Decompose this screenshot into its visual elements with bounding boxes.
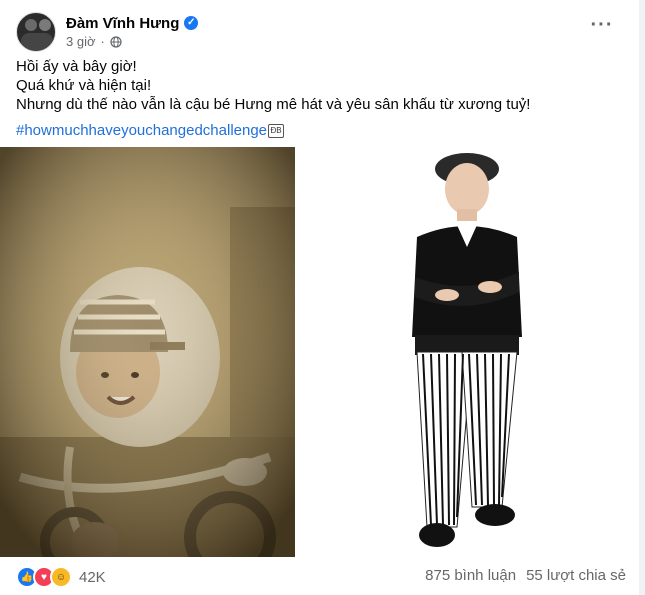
comment-count[interactable]: 875 bình luận [425,567,516,584]
photo-adult-portrait[interactable] [297,147,639,557]
author-name[interactable]: Đàm Vĩnh Hưng [66,15,179,32]
author-row: Đàm Vĩnh Hưng ✓ [66,13,199,33]
photo-grid [0,147,639,557]
post-header: Đàm Vĩnh Hưng ✓ 3 giờ · ··· [16,12,626,52]
reaction-count[interactable]: 42K [79,569,106,586]
more-options-icon[interactable]: ··· [588,14,616,42]
reactions-summary[interactable]: 👍 ♥ ☺ 42K [16,566,106,588]
share-count[interactable]: 55 lượt chia sẻ [526,567,626,584]
author-avatar[interactable] [16,12,56,52]
post-card: Đàm Vĩnh Hưng ✓ 3 giờ · ··· Hồi ấy và bâ… [0,0,640,595]
meta-separator: · [100,34,105,49]
engagement-stats: 875 bình luận 55 lượt chia sẻ [425,567,626,584]
post-footer: 👍 ♥ ☺ 42K 875 bình luận 55 lượt chia sẻ [16,564,626,588]
post-meta: 3 giờ · [66,34,122,49]
post-time[interactable]: 3 giờ [66,34,96,49]
vintage-photo-illustration [0,147,295,557]
verified-badge-icon: ✓ [184,16,199,30]
photo-child-bicycle[interactable] [0,147,295,557]
scrollbar[interactable] [639,0,645,595]
globe-icon[interactable] [110,35,122,48]
post-text: Hồi ấy và bây giờ! Quá khứ và hiện tại! … [16,57,626,140]
flag-tag-icon: ĐB [268,124,285,139]
post-line: Hồi ấy và bây giờ! [16,58,137,75]
hashtag-row: #howmuchhaveyouchangedchallenge ĐB [16,121,626,140]
post-line: Quá khứ và hiện tại! [16,77,152,94]
post-line: Nhưng dù thế nào vẫn là cậu bé Hưng mê h… [16,96,531,113]
portrait-illustration [297,147,639,557]
haha-reaction-icon: ☺ [50,566,72,588]
hashtag-link[interactable]: #howmuchhaveyouchangedchallenge [16,122,267,139]
